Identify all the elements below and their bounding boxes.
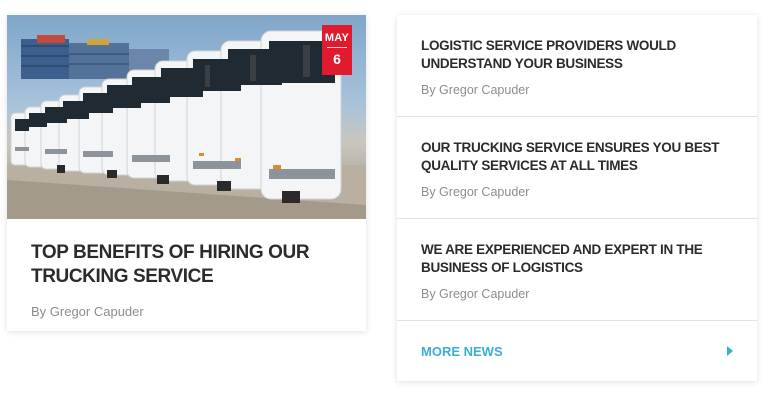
date-month: MAY	[324, 32, 350, 44]
news-title-link[interactable]: LOGISTIC SERVICE PROVIDERS WOULD UNDERST…	[421, 37, 731, 73]
featured-image[interactable]: MAY 6	[7, 15, 366, 219]
news-item[interactable]: LOGISTIC SERVICE PROVIDERS WOULD UNDERST…	[397, 15, 757, 117]
news-author: By Gregor Capuder	[421, 83, 530, 97]
featured-title-link[interactable]: TOP BENEFITS OF HIRING OUR TRUCKING SERV…	[31, 241, 331, 289]
news-title-link[interactable]: OUR TRUCKING SERVICE ENSURES YOU BEST QU…	[421, 139, 731, 175]
more-news-label[interactable]: MORE NEWS	[421, 344, 503, 359]
news-list: LOGISTIC SERVICE PROVIDERS WOULD UNDERST…	[397, 15, 757, 381]
truck-fleet-image	[7, 30, 366, 219]
news-author: By Gregor Capuder	[421, 287, 530, 301]
news-item[interactable]: OUR TRUCKING SERVICE ENSURES YOU BEST QU…	[397, 117, 757, 219]
date-day: 6	[333, 51, 341, 67]
news-title-link[interactable]: WE ARE EXPERIENCED AND EXPERT IN THE BUS…	[421, 241, 731, 277]
featured-author: By Gregor Capuder	[31, 304, 144, 319]
arrow-right-icon[interactable]	[727, 346, 733, 356]
more-news-link[interactable]: MORE NEWS	[397, 321, 757, 381]
news-author: By Gregor Capuder	[421, 185, 530, 199]
date-divider	[327, 47, 347, 48]
date-badge: MAY 6	[322, 25, 352, 75]
featured-news-card[interactable]: MAY 6 TOP BENEFITS OF HIRING OUR TRUCKIN…	[7, 15, 366, 331]
news-item[interactable]: WE ARE EXPERIENCED AND EXPERT IN THE BUS…	[397, 219, 757, 321]
